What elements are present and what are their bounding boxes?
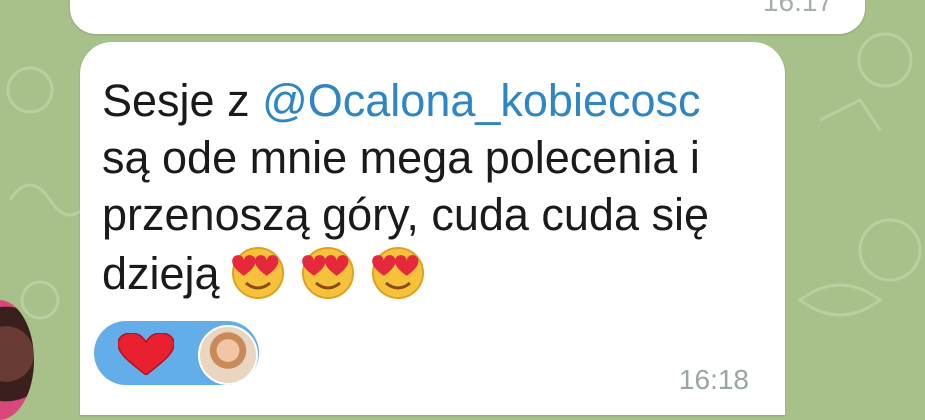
smiling-face-with-heart-eyes-icon [231, 247, 284, 299]
reaction-pill[interactable] [94, 321, 259, 385]
message-line4: dzieją [102, 248, 220, 299]
mention-link[interactable]: @Ocalona_kobiecosc [262, 75, 700, 126]
previous-message-time: 16:17 [762, 0, 833, 17]
message-text: Sesje z @Ocalona_kobiecosc są ode mnie m… [102, 72, 762, 302]
reactor-avatar[interactable] [198, 325, 258, 385]
message-bubble[interactable]: Sesje z @Ocalona_kobiecosc są ode mnie m… [80, 42, 785, 415]
previous-message-bubble: 16:17 [70, 0, 865, 34]
red-heart-icon [118, 333, 174, 375]
message-time: 16:18 [678, 364, 749, 395]
smiling-face-with-heart-eyes-icon [301, 247, 354, 299]
message-line1-prefix: Sesje z [102, 75, 263, 126]
message-emojis [228, 243, 428, 299]
message-line3: przenoszą góry, cuda cuda się [102, 189, 710, 240]
smiling-face-with-heart-eyes-icon [371, 247, 424, 299]
message-line2: są ode mnie mega polecenia i [102, 132, 700, 183]
